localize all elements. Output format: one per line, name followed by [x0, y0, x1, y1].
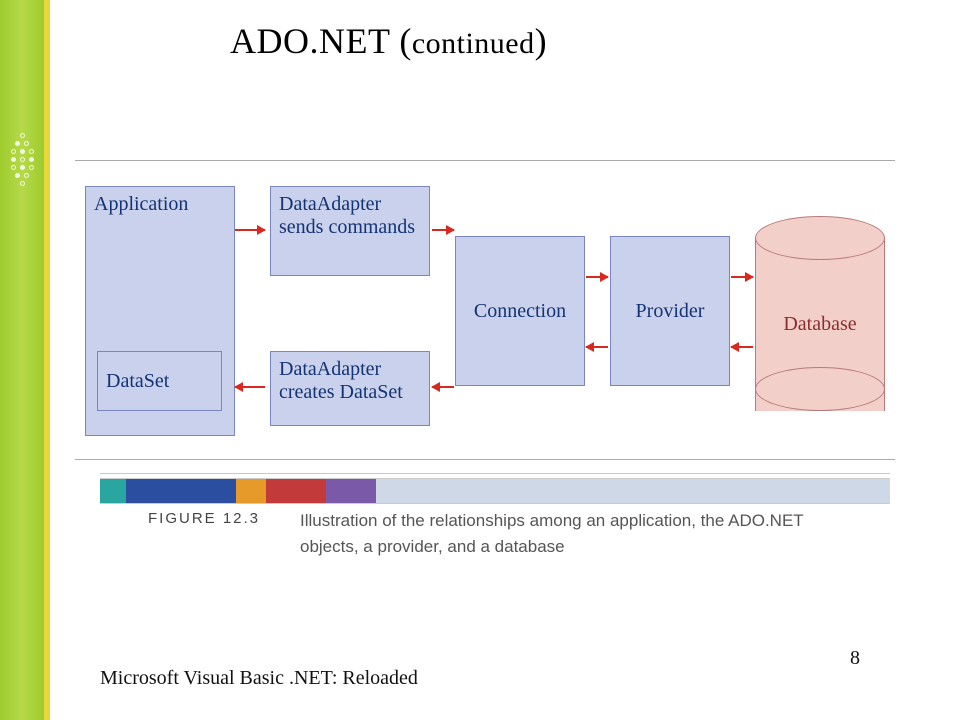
title-sub: continued — [412, 27, 535, 60]
box-dataadapter-send: DataAdapter sends commands — [270, 186, 430, 276]
title-main: ADO.NET ( — [230, 21, 412, 61]
figure-caption: Illustration of the relationships among … — [300, 508, 860, 559]
seg-teal — [100, 479, 126, 503]
box-dataadapter-create: DataAdapter creates DataSet — [270, 351, 430, 426]
arrow-database-to-provider — [731, 346, 753, 348]
arrow-provider-to-database — [731, 276, 753, 278]
box-dataset: DataSet — [97, 351, 222, 411]
arrow-dataadapter-to-dataset — [235, 386, 265, 388]
seg-lightblue — [376, 479, 890, 503]
arrow-connection-to-dataadapter — [432, 386, 454, 388]
database-label: Database — [783, 313, 856, 336]
sidebar-green-strip — [0, 0, 44, 720]
sidebar-yellow-strip — [44, 0, 50, 720]
box-connection: Connection — [455, 236, 585, 386]
seg-blue — [126, 479, 236, 503]
page-number: 8 — [850, 647, 860, 670]
arrow-dataadapter-to-connection — [432, 229, 454, 231]
box-dataadapter-send-label: DataAdapter sends commands — [279, 193, 421, 239]
decorative-sidebar — [0, 0, 60, 720]
arrow-provider-to-connection — [586, 346, 608, 348]
box-dataset-label: DataSet — [106, 370, 169, 393]
footer-text: Microsoft Visual Basic .NET: Reloaded — [100, 667, 418, 690]
title-end: ) — [535, 21, 548, 61]
slide-title: ADO.NET (continued) — [230, 20, 547, 62]
box-dataadapter-create-label: DataAdapter creates DataSet — [279, 358, 421, 404]
arrow-app-to-dataadapter — [235, 229, 265, 231]
caption-color-bar — [100, 478, 890, 504]
seg-purple — [326, 479, 376, 503]
box-application-label: Application — [94, 193, 188, 216]
figure-label: FIGURE 12.3 — [148, 510, 260, 527]
box-provider-label: Provider — [636, 300, 705, 323]
box-connection-label: Connection — [474, 300, 566, 323]
slide: ADO.NET (continued) Application DataSet … — [0, 0, 960, 720]
arrow-connection-to-provider — [586, 276, 608, 278]
seg-red — [266, 479, 326, 503]
sidebar-dots — [10, 130, 34, 189]
seg-orange — [236, 479, 266, 503]
database-cylinder: Database — [755, 216, 885, 411]
ado-net-diagram: Application DataSet DataAdapter sends co… — [75, 160, 895, 460]
divider-top — [100, 473, 890, 474]
database-bottom — [755, 367, 885, 411]
database-top — [755, 216, 885, 260]
box-provider: Provider — [610, 236, 730, 386]
